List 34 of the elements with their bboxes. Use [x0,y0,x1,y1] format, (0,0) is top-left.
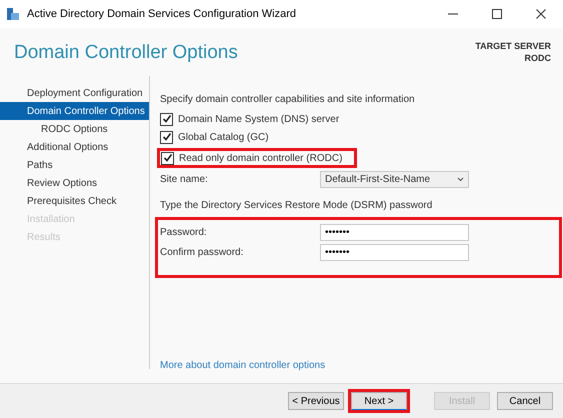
target-server-label: TARGET SERVER [475,40,551,52]
checkbox[interactable] [161,152,174,164]
checkbox-label: Global Catalog (GC) [178,130,269,144]
target-server-name: RODC [524,52,551,64]
field-label: Password: [160,226,208,240]
sidebar-item[interactable]: Prerequisites Check [0,192,149,210]
sidebar-item[interactable]: RODC Options [0,120,149,138]
site-name-dropdown[interactable]: Default-First-Site-Name [320,171,469,188]
maximize-icon[interactable] [491,9,503,19]
checkbox[interactable] [160,112,173,126]
help-link[interactable]: More about domain controller options [160,358,326,373]
checkbox-label: Read only domain controller (RODC) [179,152,342,166]
wizard-button[interactable]: Next > [351,392,407,410]
sidebar-item[interactable]: Review Options [0,174,149,192]
password-field[interactable]: ••••••• [320,224,469,241]
site-name-label: Site name: [160,173,209,187]
checkbox[interactable] [160,130,173,144]
sidebar-item[interactable]: Domain Controller Options [0,102,149,120]
window-title: Active Directory Domain Services Configuration Wizard [27,6,296,22]
wizard-button[interactable]: < Previous [288,392,344,410]
check-icon [162,153,172,163]
field-label: Confirm password: [160,246,244,260]
close-icon[interactable] [535,9,547,19]
password-field[interactable]: ••••••• [320,244,469,261]
checkbox-label: Domain Name System (DNS) server [178,112,340,126]
page-title: Domain Controller Options [14,41,238,65]
section-heading: Type the Directory Services Restore Mode (DSRM) password [160,199,434,213]
section-heading: Specify domain controller capabilities and site information [160,93,416,107]
sidebar-item[interactable]: Additional Options [0,138,149,156]
dropdown-caret-icon [457,177,464,182]
app-icon [6,7,20,21]
sidebar-item[interactable]: Deployment Configuration [0,84,149,102]
sidebar-item[interactable]: Paths [0,156,149,174]
wizard-button[interactable]: Cancel [497,392,553,410]
